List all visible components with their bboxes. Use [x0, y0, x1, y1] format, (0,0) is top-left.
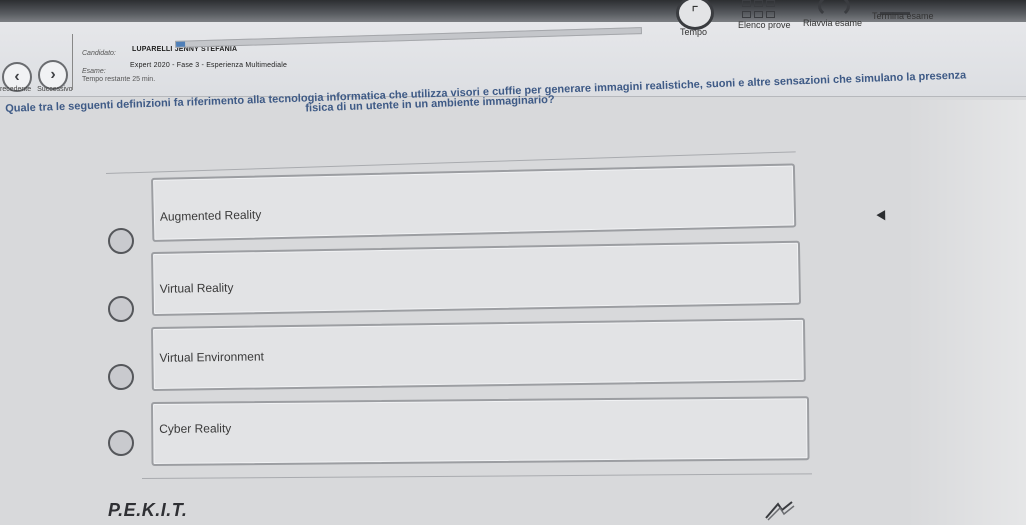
progress-fill — [176, 41, 186, 47]
riavvia-esame-button[interactable]: Riavvia esame — [803, 18, 862, 28]
elenco-prove-button[interactable]: Elenco prove — [738, 20, 791, 30]
chevron-right-icon: › — [50, 66, 56, 83]
tempo-label: Tempo — [680, 27, 708, 37]
exam-name: Expert 2020 - Fase 3 - Esperienza Multim… — [130, 62, 288, 69]
answer-option-1[interactable]: Augmented Reality — [151, 163, 797, 242]
mouse-cursor-icon — [876, 210, 890, 223]
clock-icon: ⌜ — [691, 5, 699, 22]
footer-divider — [142, 473, 812, 479]
termina-esame-button[interactable]: Termina esame — [872, 11, 934, 21]
brand-logo: P.E.K.I.T. — [108, 500, 188, 520]
chevron-left-icon: ‹ — [14, 68, 20, 85]
answer-label: Virtual Reality — [159, 280, 234, 296]
answer-label: Virtual Environment — [159, 349, 265, 365]
answer-option-2[interactable]: Virtual Reality — [151, 240, 802, 316]
nav-labels: recedente Successivo — [0, 86, 73, 93]
header-divider — [72, 34, 73, 90]
windows-logo-icon — [765, 501, 795, 521]
radio-cyber-reality[interactable] — [108, 430, 134, 456]
answer-label: Augmented Reality — [159, 207, 262, 224]
time-remaining: Tempo restante 25 min. — [82, 76, 156, 83]
exam-label: Esame: — [82, 68, 106, 75]
screen-glare — [906, 100, 1026, 525]
radio-virtual-reality[interactable] — [108, 296, 134, 322]
answer-label: Cyber Reality — [159, 421, 232, 436]
radio-virtual-environment[interactable] — [108, 364, 134, 390]
candidate-label: Candidato: — [82, 50, 116, 57]
grid-icon[interactable] — [742, 0, 778, 20]
answer-option-3[interactable]: Virtual Environment — [151, 317, 806, 391]
answer-option-4[interactable]: Cyber Reality — [151, 396, 810, 466]
next-label[interactable]: Successivo — [37, 86, 72, 93]
previous-label[interactable]: recedente — [0, 86, 31, 93]
radio-augmented-reality[interactable] — [108, 228, 134, 254]
